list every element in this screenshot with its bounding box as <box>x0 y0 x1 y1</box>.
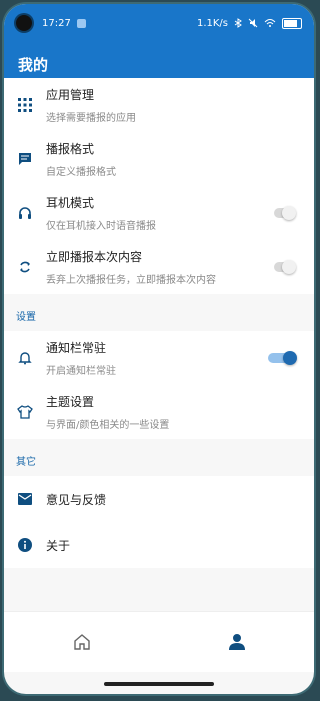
item-subtitle: 开启通知栏常驻 <box>46 366 116 377</box>
bell-icon <box>4 351 46 365</box>
notification-resident-item[interactable]: 通知栏常驻 开启通知栏常驻 <box>4 331 314 385</box>
bluetooth-icon <box>234 18 242 28</box>
app-management-item[interactable]: 应用管理 选择需要播报的应用 <box>4 78 314 132</box>
settings-list: 通知栏常驻 开启通知栏常驻 主题设置 与界面/颜色相关的一些设置 <box>4 331 314 439</box>
status-time: 17:27 <box>42 17 71 29</box>
feedback-item[interactable]: 意见与反馈 <box>4 476 314 522</box>
app-header: 17:27 1.1K/s 我的 <box>4 4 314 78</box>
system-home-indicator[interactable] <box>104 682 214 686</box>
toggle-knob <box>283 351 297 365</box>
wifi-icon <box>264 19 276 27</box>
item-label: 耳机模式 <box>46 196 95 210</box>
shirt-icon <box>4 405 46 419</box>
theme-settings-item[interactable]: 主题设置 与界面/颜色相关的一些设置 <box>4 385 314 439</box>
item-subtitle: 选择需要播报的应用 <box>46 113 136 124</box>
immediate-broadcast-item[interactable]: 立即播报本次内容 丢弃上次播报任务，立即播报本次内容 <box>4 240 314 294</box>
person-icon <box>228 634 245 650</box>
battery-icon <box>282 17 302 29</box>
nav-home-button[interactable] <box>4 632 159 652</box>
home-icon <box>73 634 90 650</box>
settings-section-title: 设置 <box>16 312 36 323</box>
phone-screen: 17:27 1.1K/s 我的 应用管理 选择需要播报的应用 播报格式 自定义播… <box>4 4 314 694</box>
grid-icon <box>4 98 46 112</box>
other-section-title: 其它 <box>16 457 36 468</box>
status-right: 1.1K/s <box>196 17 302 29</box>
message-icon <box>4 152 46 166</box>
item-subtitle: 与界面/颜色相关的一些设置 <box>46 420 170 431</box>
toggle-knob <box>282 206 296 220</box>
mute-icon <box>248 18 258 28</box>
front-camera <box>16 15 32 31</box>
item-label: 主题设置 <box>46 395 95 409</box>
item-label: 关于 <box>46 538 71 553</box>
item-subtitle: 仅在耳机接入时语音播报 <box>46 221 156 232</box>
bottom-navigation <box>4 611 314 672</box>
item-label: 应用管理 <box>46 88 95 102</box>
item-label: 立即播报本次内容 <box>46 250 143 264</box>
toggle-knob <box>282 260 296 274</box>
network-speed: 1.1K/s <box>196 17 228 29</box>
notification-resident-toggle[interactable] <box>268 351 297 365</box>
nav-profile-button[interactable] <box>159 632 314 652</box>
notification-badge-icon <box>76 18 86 28</box>
page-title: 我的 <box>18 56 49 74</box>
info-icon <box>4 538 46 552</box>
refresh-icon <box>4 260 46 274</box>
headphone-mode-item[interactable]: 耳机模式 仅在耳机接入时语音播报 <box>4 186 314 240</box>
item-subtitle: 自定义播报格式 <box>46 167 116 178</box>
status-bar: 17:27 1.1K/s <box>16 14 302 32</box>
broadcast-format-item[interactable]: 播报格式 自定义播报格式 <box>4 132 314 186</box>
immediate-broadcast-toggle[interactable] <box>274 260 296 274</box>
item-label: 播报格式 <box>46 142 95 156</box>
mail-icon <box>4 493 46 505</box>
main-list: 应用管理 选择需要播报的应用 播报格式 自定义播报格式 耳机模式 仅在耳机接入时… <box>4 78 314 294</box>
headphone-mode-toggle[interactable] <box>274 206 296 220</box>
item-label: 意见与反馈 <box>46 492 107 507</box>
headphones-icon <box>4 206 46 220</box>
other-list: 意见与反馈 关于 <box>4 476 314 568</box>
about-item[interactable]: 关于 <box>4 522 314 568</box>
item-subtitle: 丢弃上次播报任务，立即播报本次内容 <box>46 275 216 286</box>
